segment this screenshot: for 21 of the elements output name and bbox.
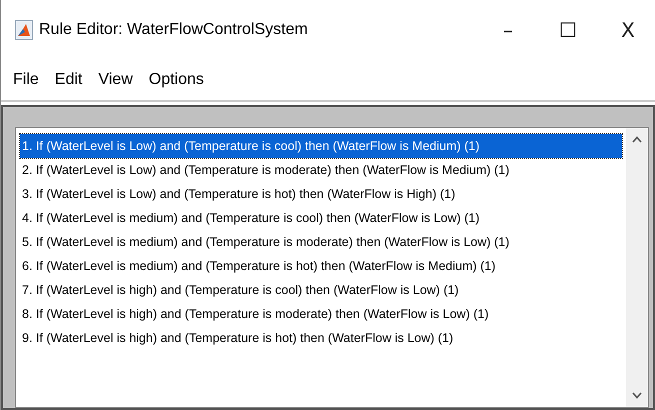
close-button[interactable]: X xyxy=(601,10,655,50)
rule-item[interactable]: 5. If (WaterLevel is medium) and (Temperature is moderate) then (WaterFlow is Low) (1) xyxy=(20,230,622,254)
menu-item[interactable]: File xyxy=(13,71,39,89)
scroll-down-icon[interactable] xyxy=(632,392,642,399)
menu-item[interactable]: View xyxy=(98,71,133,89)
scrollbar[interactable] xyxy=(626,128,648,407)
rule-item[interactable]: 3. If (WaterLevel is Low) and (Temperature is hot) then (WaterFlow is High) (1) xyxy=(20,182,622,206)
rule-item[interactable]: 1. If (WaterLevel is Low) and (Temperature is cool) then (WaterFlow is Medium) (1) xyxy=(20,134,622,158)
rule-item[interactable]: 2. If (WaterLevel is Low) and (Temperature is moderate) then (WaterFlow is Medium) (1) xyxy=(20,158,622,182)
rule-item[interactable]: 6. If (WaterLevel is medium) and (Temperature is hot) then (WaterFlow is Medium) (1) xyxy=(20,254,622,278)
window-title: Rule Editor: WaterFlowControlSystem xyxy=(39,21,309,39)
menu-item[interactable]: Edit xyxy=(54,71,82,89)
app-logo-icon xyxy=(15,20,33,40)
scroll-up-icon[interactable] xyxy=(632,136,642,143)
rule-item[interactable]: 8. If (WaterLevel is high) and (Temperature is moderate) then (WaterFlow is Low) (1) xyxy=(20,302,622,326)
rule-item[interactable]: 4. If (WaterLevel is medium) and (Temperature is cool) then (WaterFlow is Low) (1) xyxy=(20,206,622,230)
rule-item[interactable]: 9. If (WaterLevel is high) and (Temperature is hot) then (WaterFlow is Low) (1) xyxy=(20,326,622,350)
maximize-button[interactable]: ☐ xyxy=(541,10,595,50)
menu-item[interactable]: Options xyxy=(148,71,204,89)
minimize-button[interactable]: – xyxy=(481,10,535,50)
rule-item[interactable]: 7. If (WaterLevel is high) and (Temperature is cool) then (WaterFlow is Low) (1) xyxy=(20,278,622,302)
